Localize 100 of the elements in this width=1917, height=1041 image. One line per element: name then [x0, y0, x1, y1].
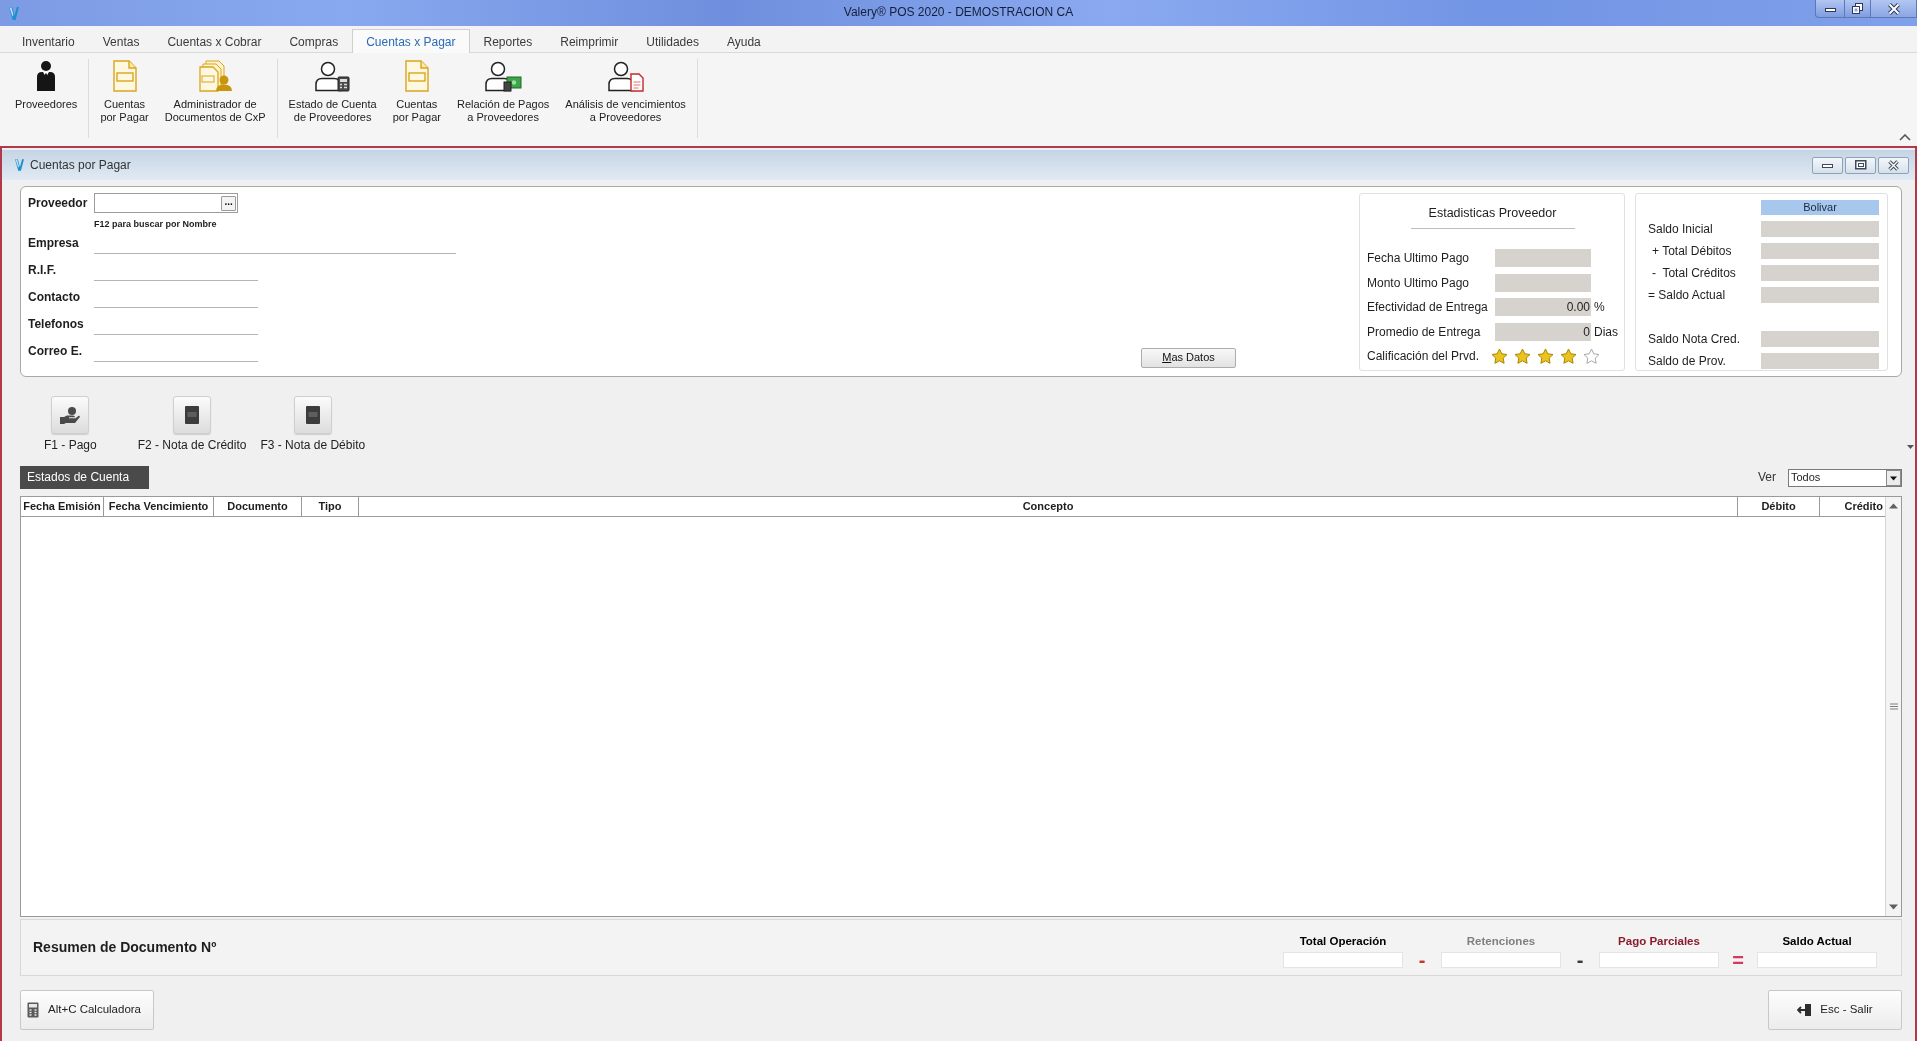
star-icon	[1560, 347, 1577, 365]
view-dropdown[interactable]: Todos	[1788, 468, 1902, 487]
note-icon	[293, 396, 332, 434]
menu-tab[interactable]: Ayuda	[712, 29, 775, 53]
operator-sign: -	[1417, 952, 1427, 968]
filter-label: Ver	[1758, 470, 1776, 485]
close-icon[interactable]	[1871, 0, 1917, 18]
balance-label: + Total Débitos	[1651, 243, 1733, 259]
operator-sign: =	[1732, 952, 1744, 968]
person-calculator-icon	[313, 60, 352, 92]
stat-label: Fecha Ultimo Pago	[1367, 251, 1471, 266]
exit-door-icon	[1797, 1003, 1813, 1017]
unit-label: %	[1594, 300, 1605, 315]
ribbon-button[interactable]: Proveedores	[7, 57, 86, 113]
rating-label: Calificación del Prvd.	[1367, 349, 1481, 364]
chevron-up-icon[interactable]	[1899, 134, 1911, 141]
balance-label: Saldo Nota Cred.	[1648, 331, 1742, 347]
ribbon-button[interactable]: Administrador de Documentos de CxP	[156, 57, 274, 126]
browse-button[interactable]: ...	[221, 195, 236, 211]
column-header: Tipo	[302, 497, 359, 516]
person-document-icon	[606, 60, 645, 92]
minimize-icon[interactable]	[1812, 156, 1843, 174]
action-button[interactable]: F2 - Nota de Crédito	[137, 396, 247, 452]
document-icon	[402, 60, 431, 92]
field-label: Telefonos	[28, 317, 85, 332]
balance-label: = Saldo Actual	[1648, 287, 1727, 303]
field-label: R.I.F.	[28, 263, 57, 278]
supplier-input[interactable]: ...	[94, 193, 238, 213]
column-header: Fecha Emisión	[21, 497, 104, 516]
summary-title: Resumen de Documento Nº	[33, 939, 217, 956]
window-title: Valery® POS 2020 - DEMOSTRACION CA	[843, 4, 1074, 20]
unit-label: Dias	[1594, 324, 1618, 339]
column-header: Documento	[214, 497, 302, 516]
total-label: Saldo Actual	[1782, 934, 1852, 948]
minimize-icon[interactable]	[1815, 0, 1845, 18]
maximize-icon[interactable]	[1845, 156, 1876, 174]
child-window-title: Cuentas por Pagar	[30, 157, 131, 173]
calculator-button[interactable]: Alt+C Calculadora	[20, 990, 154, 1030]
menu-tab[interactable]: Reimprimir	[546, 29, 633, 53]
stat-label: Promedio de Entrega	[1367, 324, 1482, 339]
field-label: Contacto	[28, 290, 81, 305]
menu-tab[interactable]: Reportes	[469, 29, 547, 53]
person-icon	[35, 60, 58, 92]
stat-label: Efectividad de Entrega	[1367, 300, 1489, 315]
empty-star-icon	[1583, 347, 1600, 365]
total-label: Retenciones	[1466, 934, 1536, 948]
field-label: Empresa	[28, 236, 80, 251]
menu-tab[interactable]: Compras	[275, 29, 353, 53]
stat-label: Monto Ultimo Pago	[1367, 275, 1471, 290]
scroll-up-icon[interactable]	[1889, 503, 1898, 509]
menu-tab[interactable]: Cuentas x Pagar	[352, 29, 470, 53]
app-logo-icon	[15, 159, 24, 171]
scroll-grip-icon[interactable]	[1889, 703, 1898, 710]
panel-title: Estadisticas Proveedor	[1428, 206, 1557, 221]
star-icon	[1537, 347, 1554, 365]
total-label: Total Operación	[1299, 934, 1387, 948]
menu-tab[interactable]: Utilidades	[632, 29, 713, 53]
field-label: Proveedor	[28, 195, 89, 211]
app-logo-icon	[9, 7, 19, 21]
ribbon-button[interactable]: Análisis de vencimientos a Proveedores	[557, 57, 694, 126]
caret-down-icon	[1907, 445, 1914, 449]
ribbon-button[interactable]: Relación de Pagos a Proveedores	[448, 57, 558, 126]
close-icon[interactable]	[1878, 156, 1909, 174]
scroll-down-icon[interactable]	[1889, 904, 1898, 910]
currency-header: Bolivar	[1761, 200, 1879, 215]
operator-sign: -	[1575, 952, 1585, 968]
column-header: Crédito	[1843, 499, 1884, 514]
action-button[interactable]: F1 - Pago	[44, 396, 97, 452]
balance-label: Saldo Inicial	[1648, 221, 1714, 237]
documents-person-icon	[197, 60, 234, 92]
ribbon-button[interactable]: Cuentas por Pagar	[92, 57, 157, 126]
menu-tab[interactable]: Ventas	[88, 29, 154, 53]
menu-tab[interactable]: Inventario	[8, 29, 89, 53]
exit-button[interactable]: Esc - Salir	[1768, 990, 1902, 1030]
note-icon	[173, 396, 212, 434]
calculator-icon	[27, 1002, 39, 1018]
restore-icon[interactable]	[1845, 0, 1871, 18]
balance-label: Saldo de Prov.	[1648, 353, 1727, 369]
ribbon-button[interactable]: Estado de Cuenta de Proveedores	[280, 57, 385, 126]
caret-down-icon[interactable]	[1886, 469, 1901, 486]
column-header: Débito	[1738, 497, 1820, 516]
balance-label: - Total Créditos	[1651, 265, 1737, 281]
menu-tab[interactable]: Cuentas x Cobrar	[153, 29, 276, 53]
hand-coin-icon	[51, 396, 90, 434]
more-data-button[interactable]: Mas Datos	[1141, 348, 1236, 368]
action-button[interactable]: F3 - Nota de Débito	[260, 396, 366, 452]
star-icon	[1514, 347, 1531, 365]
person-money-icon	[484, 60, 523, 92]
hint-text: F12 para buscar por Nombre	[94, 218, 217, 230]
value-field: 0	[1495, 322, 1591, 341]
column-header: Fecha Vencimiento	[104, 497, 214, 516]
column-header: Concepto	[359, 497, 1738, 516]
value-field: 0.00	[1495, 298, 1591, 317]
total-label: Pago Parciales	[1618, 934, 1700, 948]
field-label: Correo E.	[28, 344, 83, 359]
star-icon	[1491, 347, 1508, 365]
section-tab[interactable]: Estados de Cuenta	[20, 466, 149, 489]
vertical-scrollbar[interactable]	[1885, 497, 1901, 916]
ribbon-button[interactable]: Cuentas por Pagar	[384, 57, 449, 126]
document-icon	[110, 60, 139, 92]
